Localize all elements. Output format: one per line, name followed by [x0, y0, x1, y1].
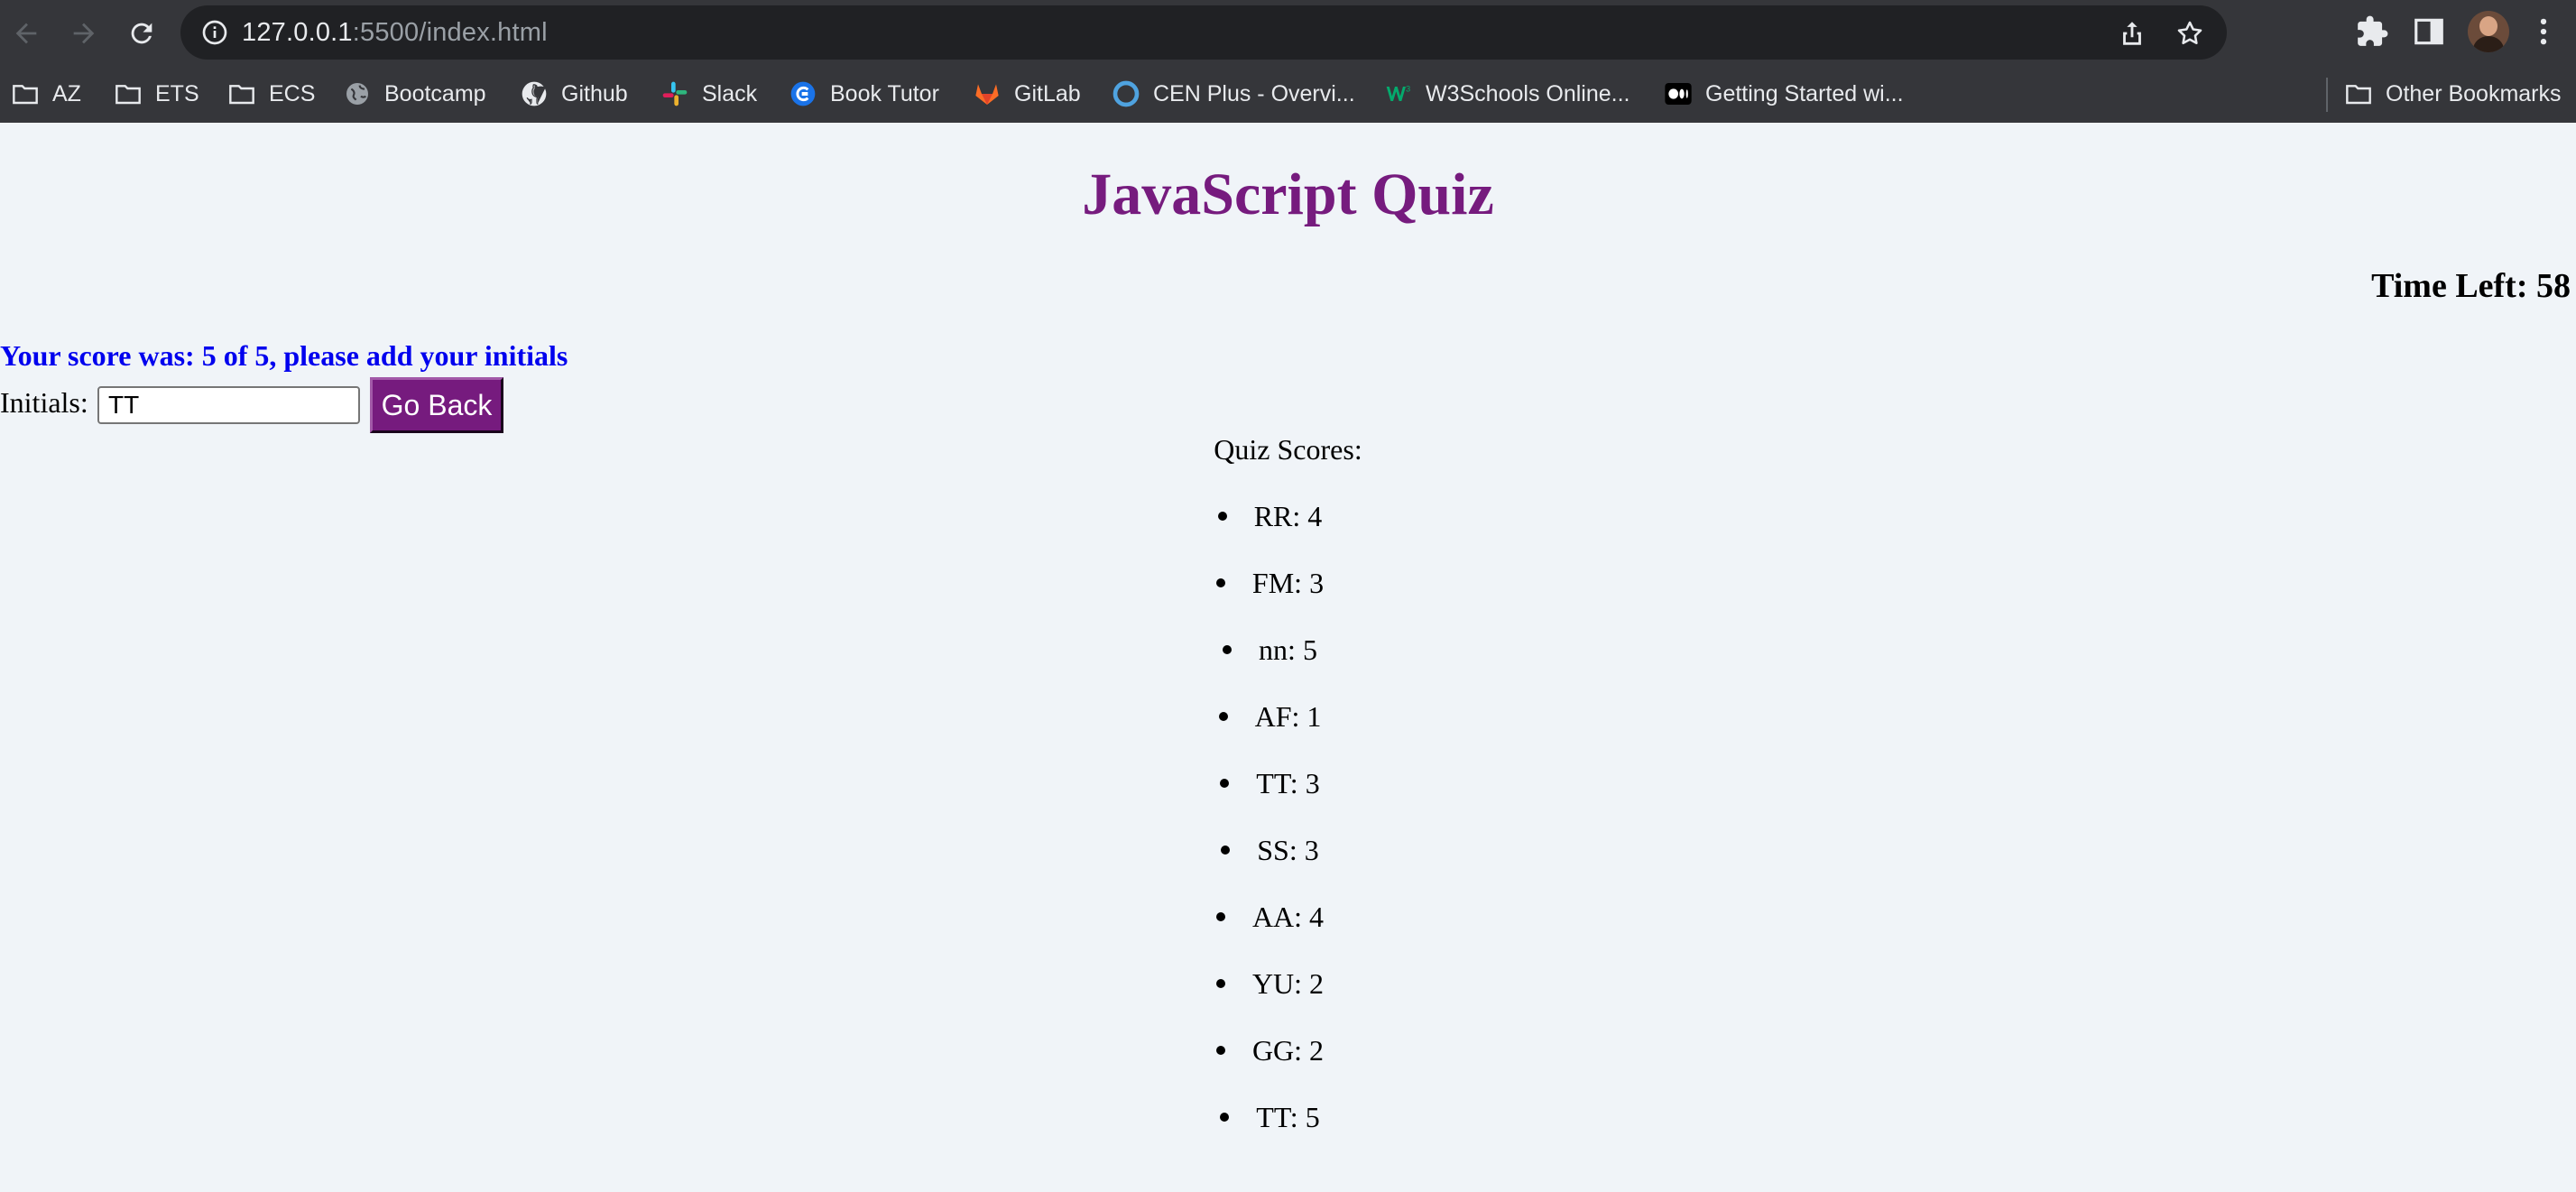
other-bookmarks[interactable]: Other Bookmarks — [2344, 76, 2562, 112]
slack-icon — [662, 81, 688, 106]
bookmark-label: ECS — [269, 80, 316, 106]
folder-icon — [13, 85, 38, 105]
bookmark-az[interactable]: AZ — [11, 76, 81, 112]
bookmark-bootcamp[interactable]: Bootcamp — [343, 76, 486, 112]
score-entry: RR: 4 — [1217, 500, 1323, 532]
list-item: AA: 4 — [0, 899, 2576, 966]
list-item: TT: 3 — [0, 765, 2576, 832]
list-item: SS: 3 — [0, 832, 2576, 899]
w3schools-icon: 3 — [1386, 84, 1410, 101]
score-entry: nn: 5 — [1223, 633, 1317, 666]
score-entry: TT: 3 — [1220, 767, 1320, 799]
other-bookmarks-label: Other Bookmarks — [2386, 80, 2562, 106]
folder-icon — [229, 85, 254, 105]
initials-input[interactable] — [97, 386, 360, 424]
bookmark-ets[interactable]: ETS — [114, 76, 199, 112]
bookmark-ecs[interactable]: ECS — [227, 76, 315, 112]
folder-icon — [2346, 85, 2371, 105]
bookmark-getting-started[interactable]: Getting Started wi... — [1664, 76, 1904, 112]
back-button[interactable] — [4, 11, 49, 56]
side-panel-icon[interactable] — [2412, 14, 2446, 49]
reload-button[interactable] — [119, 11, 164, 56]
bookmark-slack[interactable]: Slack — [660, 76, 757, 112]
list-item: YU: 2 — [0, 966, 2576, 1032]
github-icon — [522, 81, 547, 106]
list-item: TT: 5 — [0, 1099, 2576, 1166]
star-icon[interactable] — [2174, 18, 2205, 49]
score-entry: FM: 3 — [1215, 567, 1325, 599]
svg-text:3: 3 — [1406, 84, 1410, 93]
bookmarks-bar: AZ ETS ECS Bootcamp Github Slack Book Tu… — [0, 67, 2576, 123]
score-list: RR: 4 FM: 3 nn: 5 AF: 1 TT: 3 SS: 3 AA: … — [0, 498, 2576, 1166]
bookmark-label: Book Tutor — [830, 80, 939, 106]
url-path: :5500/index.html — [352, 18, 548, 47]
bookmark-label: Getting Started wi... — [1705, 80, 1904, 106]
forward-button[interactable] — [61, 11, 106, 56]
bookmark-label: W3Schools Online... — [1426, 80, 1630, 106]
score-entry: AA: 4 — [1215, 901, 1325, 933]
bookmark-label: Bootcamp — [384, 80, 486, 106]
score-entry: SS: 3 — [1220, 834, 1319, 866]
initials-label: Initials: — [0, 386, 88, 419]
bookmark-book-tutor[interactable]: Book Tutor — [789, 76, 939, 112]
medium-icon — [1665, 83, 1692, 105]
bookmarks-separator — [2326, 78, 2328, 112]
bookmark-label: AZ — [52, 80, 81, 106]
scores-heading: Quiz Scores: — [1214, 433, 1362, 466]
more-menu-icon[interactable] — [2526, 14, 2561, 49]
quiz-page: JavaScript Quiz Time Left: 58 Your score… — [0, 123, 2576, 1192]
time-left: Time Left: 58 — [2371, 267, 2571, 305]
url-host: 127.0.0.1 — [242, 18, 353, 47]
score-entry: AF: 1 — [1218, 700, 1322, 733]
score-message: Your score was: 5 of 5, please add your … — [0, 339, 568, 372]
folder-icon — [115, 85, 141, 105]
bookmark-github[interactable]: Github — [520, 76, 628, 112]
bookmark-gitlab[interactable]: GitLab — [973, 76, 1081, 112]
bookmark-label: CEN Plus - Overvi... — [1153, 80, 1355, 106]
book-tutor-icon — [790, 81, 816, 106]
page-title: JavaScript Quiz — [1082, 162, 1494, 227]
cen-icon — [1113, 80, 1140, 107]
extensions-icon[interactable] — [2355, 14, 2389, 49]
info-icon[interactable] — [200, 18, 229, 47]
share-icon[interactable] — [2117, 18, 2147, 49]
bookmark-label: Github — [561, 80, 628, 106]
list-item: GG: 2 — [0, 1032, 2576, 1099]
url-text: 127.0.0.1:5500/index.html — [242, 18, 548, 47]
globe-icon — [346, 83, 368, 105]
address-bar[interactable]: 127.0.0.1:5500/index.html — [180, 5, 2227, 60]
profile-avatar[interactable] — [2468, 11, 2509, 52]
go-back-button[interactable]: Go Back — [370, 377, 503, 433]
list-item: AF: 1 — [0, 698, 2576, 765]
bookmark-label: ETS — [155, 80, 199, 106]
score-entry: YU: 2 — [1215, 967, 1325, 1000]
bookmark-label: Slack — [702, 80, 758, 106]
reload-icon — [131, 23, 152, 44]
bookmark-label: GitLab — [1014, 80, 1081, 106]
bookmark-w3schools[interactable]: 3 W3Schools Online... — [1384, 76, 1630, 112]
browser-chrome: 127.0.0.1:5500/index.html AZ ETS ECS Boo… — [0, 0, 2576, 123]
arrow-right-icon — [73, 23, 95, 44]
list-item: RR: 4 — [0, 498, 2576, 565]
score-entry: TT: 5 — [1220, 1101, 1320, 1133]
gitlab-icon — [975, 84, 999, 105]
score-entry: GG: 2 — [1215, 1034, 1325, 1067]
bookmark-cen-plus[interactable]: CEN Plus - Overvi... — [1112, 76, 1355, 112]
list-item: nn: 5 — [0, 632, 2576, 698]
list-item: FM: 3 — [0, 565, 2576, 632]
arrow-left-icon — [15, 23, 37, 44]
browser-toolbar: 127.0.0.1:5500/index.html — [0, 0, 2576, 67]
